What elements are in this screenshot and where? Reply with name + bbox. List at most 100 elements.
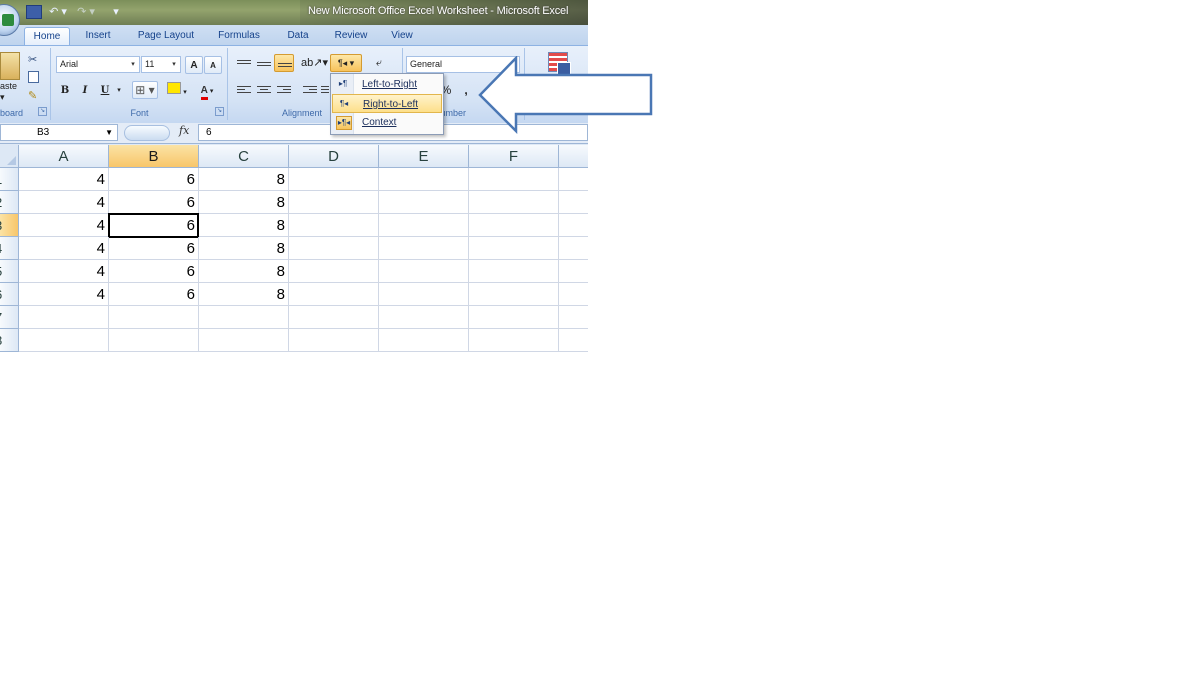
cell-d5[interactable] [289,260,379,283]
cell-c3[interactable]: 8 [199,214,289,237]
cell-partial[interactable] [559,214,588,237]
center-button[interactable] [254,80,272,98]
font-launcher-icon[interactable]: ↘ [215,107,224,116]
cell-f4[interactable] [469,237,559,260]
cell-b1[interactable]: 6 [109,168,199,191]
cell-b8[interactable] [109,329,199,352]
cell-b2[interactable]: 6 [109,191,199,214]
cell-f8[interactable] [469,329,559,352]
formula-bar-resize-handle[interactable] [124,125,170,141]
cell-d6[interactable] [289,283,379,306]
menu-item-left-to-right[interactable]: ▸¶ Left-to-Right [332,75,442,94]
italic-button[interactable]: I [76,81,94,99]
menu-item-context[interactable]: ▸¶◂ Context [332,113,442,132]
cell-a5[interactable]: 4 [19,260,109,283]
font-color-button[interactable]: A ▾ [194,81,220,100]
underline-button[interactable]: U [96,81,114,99]
cell-e8[interactable] [379,329,469,352]
clipboard-launcher-icon[interactable]: ↘ [38,107,47,116]
cell-a7[interactable] [19,306,109,329]
select-all-button[interactable] [0,145,19,168]
cell-a8[interactable] [19,329,109,352]
row-header-6[interactable]: 6 [0,283,19,306]
row-header-7[interactable]: 7 [0,306,19,329]
menu-item-right-to-left[interactable]: ¶◂ Right-to-Left [332,94,442,113]
bold-button[interactable]: B [56,81,74,99]
column-header-partial[interactable] [559,145,588,168]
column-header-c[interactable]: C [199,145,289,168]
cell-e1[interactable] [379,168,469,191]
align-left-button[interactable] [234,80,252,98]
cell-a1[interactable]: 4 [19,168,109,191]
text-direction-button[interactable]: ¶◂ ▾ [330,54,362,72]
tab-insert[interactable]: Insert [78,27,118,45]
wrap-text-button[interactable]: ⤶ [370,54,388,72]
cell-partial[interactable] [559,191,588,214]
cell-f7[interactable] [469,306,559,329]
cell-b4[interactable]: 6 [109,237,199,260]
insert-function-icon[interactable]: fx [179,124,189,137]
row-header-5[interactable]: 5 [0,260,19,283]
row-header-1[interactable]: 1 [0,168,19,191]
cell-b7[interactable] [109,306,199,329]
increase-indent-button[interactable] [320,80,330,98]
column-header-e[interactable]: E [379,145,469,168]
cell-d1[interactable] [289,168,379,191]
cell-d2[interactable] [289,191,379,214]
row-header-3[interactable]: 3 [0,214,19,237]
cell-c1[interactable]: 8 [199,168,289,191]
paste-icon[interactable] [0,52,20,80]
cell-e6[interactable] [379,283,469,306]
tab-data[interactable]: Data [280,27,316,45]
row-header-4[interactable]: 4 [0,237,19,260]
fill-color-button[interactable]: ▾ [164,81,190,99]
cell-c5[interactable]: 8 [199,260,289,283]
active-cell[interactable]: 6 [108,213,199,238]
tab-home[interactable]: Home [24,27,70,46]
cell-d7[interactable] [289,306,379,329]
cell-f5[interactable] [469,260,559,283]
cell-e3[interactable] [379,214,469,237]
cell-partial[interactable] [559,168,588,191]
cell-f3[interactable] [469,214,559,237]
cell-f6[interactable] [469,283,559,306]
top-align-button[interactable] [234,54,252,72]
cell-e5[interactable] [379,260,469,283]
shrink-font-button[interactable]: A [204,56,222,74]
cut-icon[interactable]: ✂ [28,53,37,66]
cell-c7[interactable] [199,306,289,329]
font-size-combo[interactable]: 11 ▾ [141,56,181,73]
cell-a6[interactable]: 4 [19,283,109,306]
undo-icon[interactable]: ↶ ▾ [46,4,70,20]
paste-dropdown-icon[interactable]: ▾ [0,92,5,103]
cell-c6[interactable]: 8 [199,283,289,306]
cell-a4[interactable]: 4 [19,237,109,260]
cell-e4[interactable] [379,237,469,260]
font-name-combo[interactable]: Arial ▾ [56,56,140,73]
format-painter-icon[interactable]: ✎ [28,89,37,102]
cell-partial[interactable] [559,283,588,306]
cell-c8[interactable] [199,329,289,352]
cell-partial[interactable] [559,260,588,283]
grow-font-button[interactable]: A [185,56,203,74]
name-box[interactable]: B3 ▼ [0,124,118,141]
cell-a3[interactable]: 4 [19,214,109,237]
cell-e2[interactable] [379,191,469,214]
tab-page-layout[interactable]: Page Layout [130,27,202,45]
cell-d8[interactable] [289,329,379,352]
column-header-f[interactable]: F [469,145,559,168]
copy-icon[interactable] [28,71,39,83]
cell-f1[interactable] [469,168,559,191]
decrease-indent-button[interactable] [300,80,318,98]
cell-b6[interactable]: 6 [109,283,199,306]
cell-c4[interactable]: 8 [199,237,289,260]
cell-partial[interactable] [559,306,588,329]
cell-e7[interactable] [379,306,469,329]
save-icon[interactable] [26,5,42,19]
column-header-b[interactable]: B [109,145,199,168]
cell-partial[interactable] [559,329,588,352]
cell-partial[interactable] [559,237,588,260]
borders-button[interactable]: ⊞ ▾ [132,81,158,99]
comma-style-button[interactable]: , [460,81,472,99]
cell-c2[interactable]: 8 [199,191,289,214]
